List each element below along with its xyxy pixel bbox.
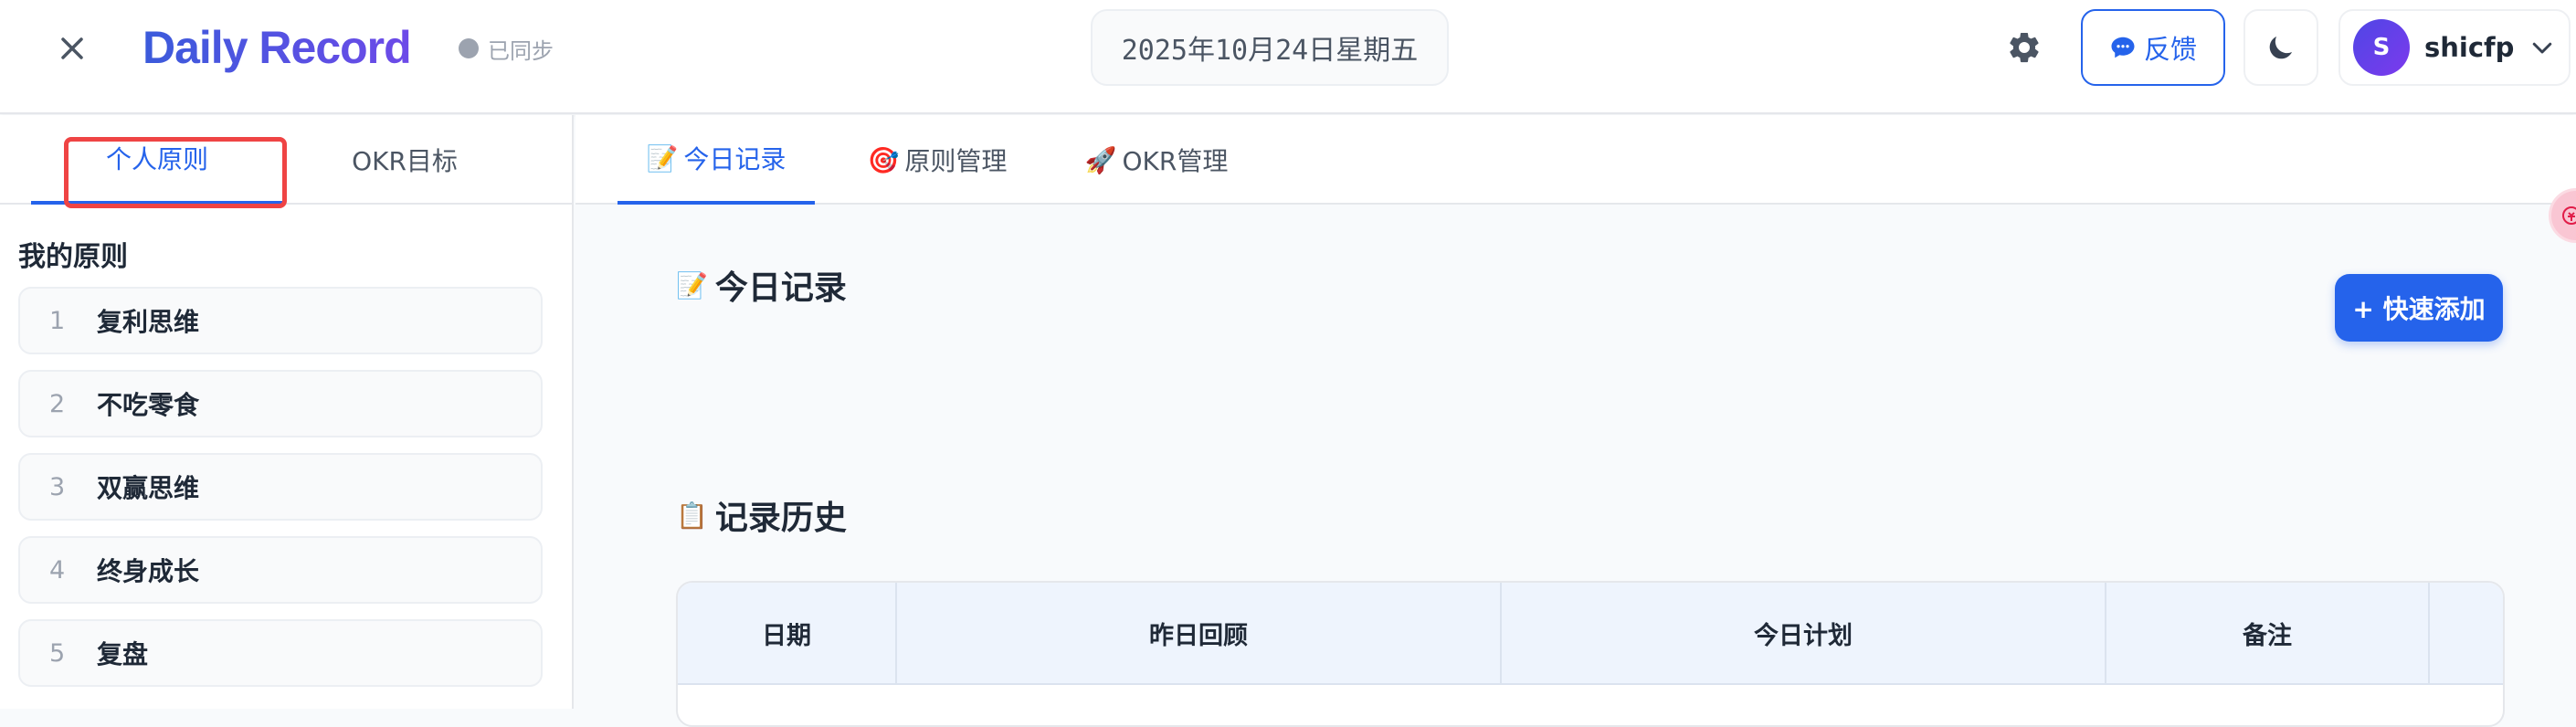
list-item[interactable]: 3 双赢思维: [18, 453, 543, 521]
heading-text: 记录历史: [714, 500, 847, 537]
chevron-down-icon: [2533, 42, 2552, 54]
column-header-today-plan[interactable]: 今日计划: [1502, 583, 2106, 683]
theme-toggle-button[interactable]: [2243, 9, 2318, 86]
top-header: Daily Record 已同步 2025年10月24日星期五 反馈 S shi…: [0, 0, 2576, 114]
tab-label: 原则管理: [904, 146, 1008, 176]
principle-number: 3: [49, 472, 66, 501]
column-header-notes[interactable]: 备注: [2106, 583, 2430, 683]
sync-status: 已同步: [459, 33, 554, 64]
current-date: 2025年10月24日星期五: [1091, 9, 1449, 86]
principles-section-title: 我的原则: [18, 241, 128, 273]
user-menu[interactable]: S shicfp: [2338, 9, 2571, 86]
principle-number: 2: [49, 389, 66, 418]
clipboard-icon: 📋: [676, 500, 708, 531]
column-header-actions: [2430, 583, 2503, 683]
tab-label: OKR管理: [1122, 146, 1229, 176]
sync-status-label: 已同步: [488, 37, 554, 64]
chat-icon: [2111, 37, 2135, 58]
avatar: S: [2353, 19, 2410, 76]
moon-icon: [2269, 37, 2292, 59]
principle-number: 4: [49, 555, 66, 585]
quick-add-button[interactable]: + 快速添加: [2335, 274, 2503, 342]
sync-dot-icon: [459, 38, 479, 58]
principle-number: 1: [49, 306, 66, 335]
table-header-row: 日期 昨日回顾 今日计划 备注: [678, 583, 2503, 685]
history-table: 日期 昨日回顾 今日计划 备注: [676, 581, 2505, 727]
feedback-label: 反馈: [2143, 34, 2197, 65]
list-item[interactable]: 2 不吃零食: [18, 370, 543, 437]
list-item[interactable]: 4 终身成长: [18, 536, 543, 604]
column-header-yesterday-review[interactable]: 昨日回顾: [897, 583, 1502, 683]
tab-okr-goals[interactable]: OKR目标: [283, 115, 526, 205]
settings-button[interactable]: [2002, 24, 2046, 71]
tab-personal-principles[interactable]: 个人原则: [31, 115, 283, 205]
heading-text: 今日记录: [714, 269, 847, 307]
principle-text: 复利思维: [97, 307, 200, 337]
close-button[interactable]: [51, 27, 93, 69]
feedback-button[interactable]: 反馈: [2081, 9, 2225, 86]
tab-principle-management[interactable]: 🎯 原则管理: [837, 115, 1038, 205]
principle-list: 1 复利思维 2 不吃零食 3 双赢思维 4 终身成长 5 复盘: [18, 287, 543, 702]
sidebar: 个人原则 OKR目标 我的原则 1 复利思维 2 不吃零食 3 双赢思维 4 终…: [0, 115, 574, 709]
memo-icon: 📝: [676, 269, 708, 300]
principle-text: 复盘: [97, 639, 149, 669]
record-history-heading: 📋 记录历史: [676, 491, 847, 539]
coin-icon: [2562, 206, 2576, 225]
main-tabs: 📝 今日记录 🎯 原则管理 🚀 OKR管理: [575, 115, 2576, 205]
tab-today-record[interactable]: 📝 今日记录: [618, 115, 815, 205]
principle-text: 终身成长: [97, 556, 200, 586]
close-icon: [61, 37, 83, 59]
today-record-heading: 📝 今日记录: [676, 261, 847, 309]
sidebar-tabs: 个人原则 OKR目标: [0, 115, 572, 208]
list-item[interactable]: 5 复盘: [18, 619, 543, 687]
rocket-icon: 🚀: [1084, 144, 1117, 175]
username: shicfp: [2424, 32, 2515, 63]
list-item[interactable]: 1 复利思维: [18, 287, 543, 354]
memo-icon: 📝: [646, 142, 679, 174]
tab-okr-management[interactable]: 🚀 OKR管理: [1050, 115, 1262, 205]
principle-text: 双赢思维: [97, 473, 200, 503]
app-title: Daily Record: [143, 18, 412, 77]
principle-number: 5: [49, 638, 66, 668]
column-header-date[interactable]: 日期: [678, 583, 897, 683]
gear-icon: [2010, 32, 2039, 63]
target-icon: 🎯: [867, 144, 900, 175]
principle-text: 不吃零食: [97, 390, 200, 420]
tab-label: 今日记录: [683, 144, 787, 174]
